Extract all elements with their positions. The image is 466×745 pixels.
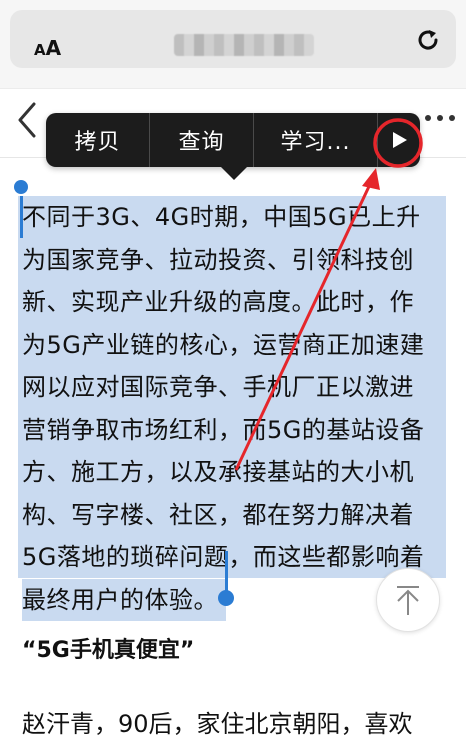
text-line: 不同于3G、4G时期，中国5G已上升 [22,203,421,231]
arrow-up-icon [397,586,419,615]
selection-start-handle[interactable] [14,180,28,194]
chevron-left-icon[interactable] [14,100,40,140]
scroll-to-top-button[interactable] [376,568,440,632]
section-heading: “5G手机真便宜” [22,638,195,663]
text-line: 为国家竞争、拉动投资、引领科技创 [22,245,414,274]
text-size-button[interactable]: AA [34,36,61,60]
text-line-last: 最终用户的体验。 [22,578,226,621]
article-text-line: 赵汗青，90后，家住北京朝阳，喜欢 [22,710,413,738]
blurred-url [174,34,314,56]
text-line: 构、写字楼、社区，都在努力解决着 [22,500,414,529]
edit-menu-pointer [220,166,248,180]
selection-end-caret [225,551,228,593]
next-menu-button[interactable] [378,113,420,167]
copy-menu-item[interactable]: 拷贝 [46,113,150,167]
selection-start-caret [20,196,23,238]
edit-menu: 拷贝 查询 学习... [46,113,420,167]
selected-paragraph[interactable]: 不同于3G、4G时期，中国5G已上升 为国家竞争、拉动投资、引领科技创 新、实现… [22,196,452,621]
text-line: 营销争取市场红利，而5G的基站设备 [22,415,425,444]
text-line: 为5G产业链的核心，运营商正加速建 [22,330,425,359]
ellipsis-icon[interactable] [420,104,460,134]
text-line: 网以应对国际竞争、手机厂正以激进 [22,373,414,401]
reload-icon[interactable] [414,26,442,54]
learn-menu-item[interactable]: 学习... [254,113,378,167]
lookup-menu-item[interactable]: 查询 [150,113,254,167]
address-bar[interactable]: AA [10,10,456,68]
selection-end-handle[interactable] [218,590,234,606]
browser-toolbar: AA [0,0,466,88]
text-line: 方、施工方，以及承接基站的大小机 [22,458,414,486]
text-line: 新、实现产业升级的高度。此时，作 [22,288,414,316]
annotation-arrowhead [362,168,380,190]
play-triangle-icon [393,132,407,148]
